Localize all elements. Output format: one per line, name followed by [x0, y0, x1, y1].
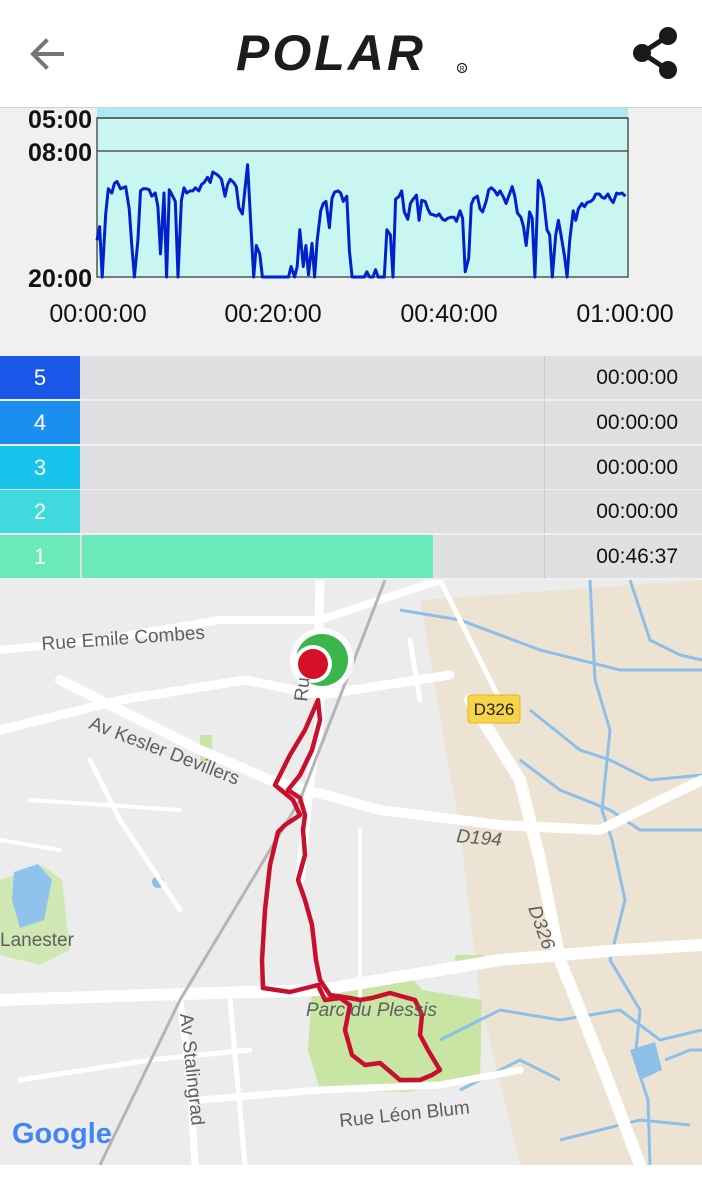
label-av-stalingrad: Av Stalingrad — [175, 1012, 208, 1126]
zone-row-3[interactable]: 3 00:00:00 — [0, 446, 702, 489]
arrow-left-icon — [30, 38, 64, 70]
label-ru: Ru — [291, 676, 314, 702]
zone-number: 4 — [0, 401, 80, 444]
share-icon — [633, 27, 677, 79]
chart-xtick-label: 00:00:00 — [49, 300, 146, 328]
chart-ytick-label: 05:00 — [28, 108, 92, 134]
road-shield-d326: D326 — [467, 694, 521, 724]
zone-row-4[interactable]: 4 00:00:00 — [0, 401, 702, 444]
pace-chart: 05:00 08:00 20:00 00:00:00 00:20:00 00:40:00… — [0, 108, 702, 356]
zone-number: 2 — [0, 490, 80, 533]
zone-time: 00:00:00 — [596, 456, 678, 479]
zone-time: 00:00:00 — [596, 366, 678, 389]
label-rue-leon-blum: Rue Léon Blum — [338, 1097, 470, 1132]
brand-text: POLAR — [236, 26, 426, 81]
polar-logo: POLAR R — [234, 25, 470, 82]
label-av-kesler-devillers: Av Kesler Devillers — [86, 713, 242, 790]
chart-xtick-label: 00:20:00 — [224, 300, 321, 328]
zone-time: 00:00:00 — [596, 411, 678, 434]
zone-row-2[interactable]: 2 00:00:00 — [0, 490, 702, 533]
chart-xtick-label: 01:00:00 — [576, 300, 673, 328]
chart-top-band — [97, 108, 628, 118]
zone-bar — [82, 535, 433, 578]
zone-divider — [544, 490, 545, 533]
zone-number: 5 — [0, 356, 80, 399]
heart-rate-zones: 5 00:00:00 4 00:00:00 3 00:00:00 2 00:00:00 1 00:… — [0, 356, 702, 580]
chart-ytick-label: 20:00 — [28, 265, 92, 293]
zone-divider — [544, 535, 545, 578]
zone-number: 3 — [0, 446, 80, 489]
label-d194: D194 — [456, 826, 503, 851]
svg-text:R: R — [460, 66, 465, 73]
zone-divider — [544, 401, 545, 444]
label-parc-du-plessis: Parc du Plessis — [306, 1000, 437, 1021]
zone-divider — [544, 356, 545, 399]
zone-time: 00:46:37 — [596, 545, 678, 568]
label-lanester: Lanester — [0, 930, 75, 951]
zone-row-1[interactable]: 1 00:46:37 — [0, 535, 702, 578]
route-map[interactable]: D326 Rue Emile Combes Av Kesler Deviller… — [0, 580, 702, 1165]
zone-row-5[interactable]: 5 00:00:00 — [0, 356, 702, 399]
app-bar: POLAR R — [0, 0, 702, 108]
zone-divider — [544, 446, 545, 489]
zone-time: 00:00:00 — [596, 500, 678, 523]
svg-text:Google: Google — [12, 1118, 112, 1150]
label-rue-emile-combes: Rue Emile Combes — [41, 623, 206, 655]
bottom-strip — [0, 1165, 702, 1200]
google-logo: Google — [12, 1118, 112, 1150]
zone-number: 1 — [0, 535, 80, 578]
chart-ytick-label: 08:00 — [28, 139, 92, 167]
svg-text:D326: D326 — [474, 700, 515, 719]
back-button[interactable] — [20, 27, 74, 81]
share-button[interactable] — [622, 22, 688, 84]
chart-xtick-label: 00:40:00 — [400, 300, 497, 328]
